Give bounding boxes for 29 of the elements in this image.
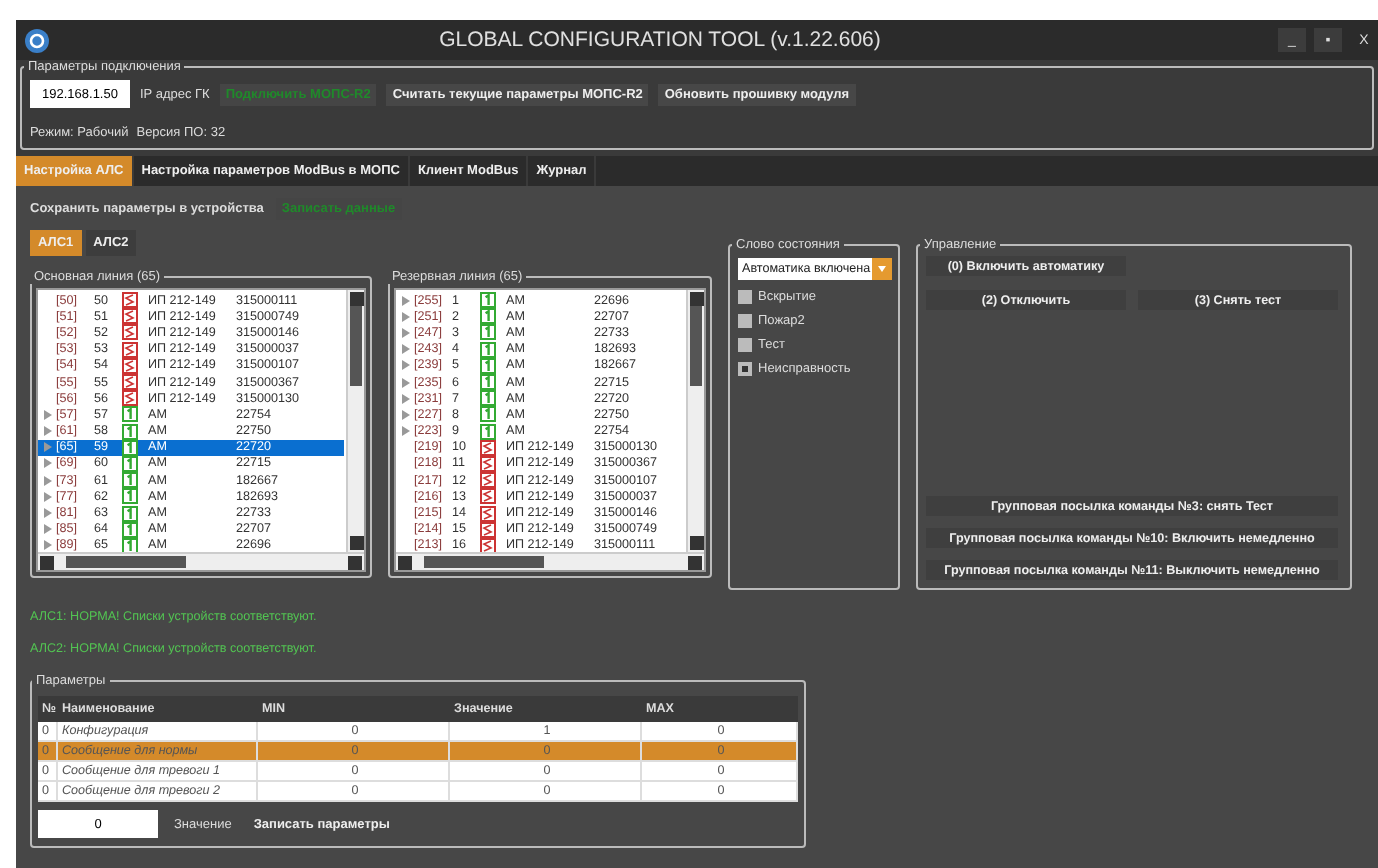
expand-icon[interactable] [401, 311, 409, 322]
caret-icon [878, 266, 886, 272]
expand-icon[interactable] [43, 458, 51, 469]
expand-icon[interactable] [43, 409, 51, 420]
expand-icon[interactable] [401, 327, 409, 338]
expand-icon[interactable] [401, 377, 409, 388]
expand-icon[interactable] [43, 475, 51, 486]
expand-icon[interactable] [401, 295, 409, 306]
expand-icon[interactable] [43, 508, 51, 519]
expand-icon[interactable] [401, 344, 409, 355]
expand-icon[interactable] [401, 409, 409, 420]
expand-icon[interactable] [401, 360, 409, 371]
window-title: GLOBAL CONFIGURATION TOOL (v.1.22.606) [437, 28, 883, 52]
horizontal-scrollbar[interactable] [38, 552, 364, 570]
expand-icon[interactable] [401, 426, 409, 437]
checkbox[interactable] [738, 290, 752, 304]
checkbox[interactable] [738, 338, 752, 352]
expand-icon[interactable] [43, 426, 51, 437]
expand-icon[interactable] [43, 491, 51, 502]
expand-icon[interactable] [401, 393, 409, 404]
checkbox[interactable] [738, 362, 752, 376]
expand-icon[interactable] [43, 442, 51, 453]
expand-icon[interactable] [43, 540, 51, 551]
vertical-scrollbar[interactable] [346, 290, 364, 552]
checkbox[interactable] [738, 314, 752, 328]
expand-icon[interactable] [43, 524, 51, 535]
horizontal-scrollbar[interactable] [396, 552, 704, 570]
app-logo-icon [24, 27, 50, 53]
vertical-scrollbar[interactable] [686, 290, 704, 552]
